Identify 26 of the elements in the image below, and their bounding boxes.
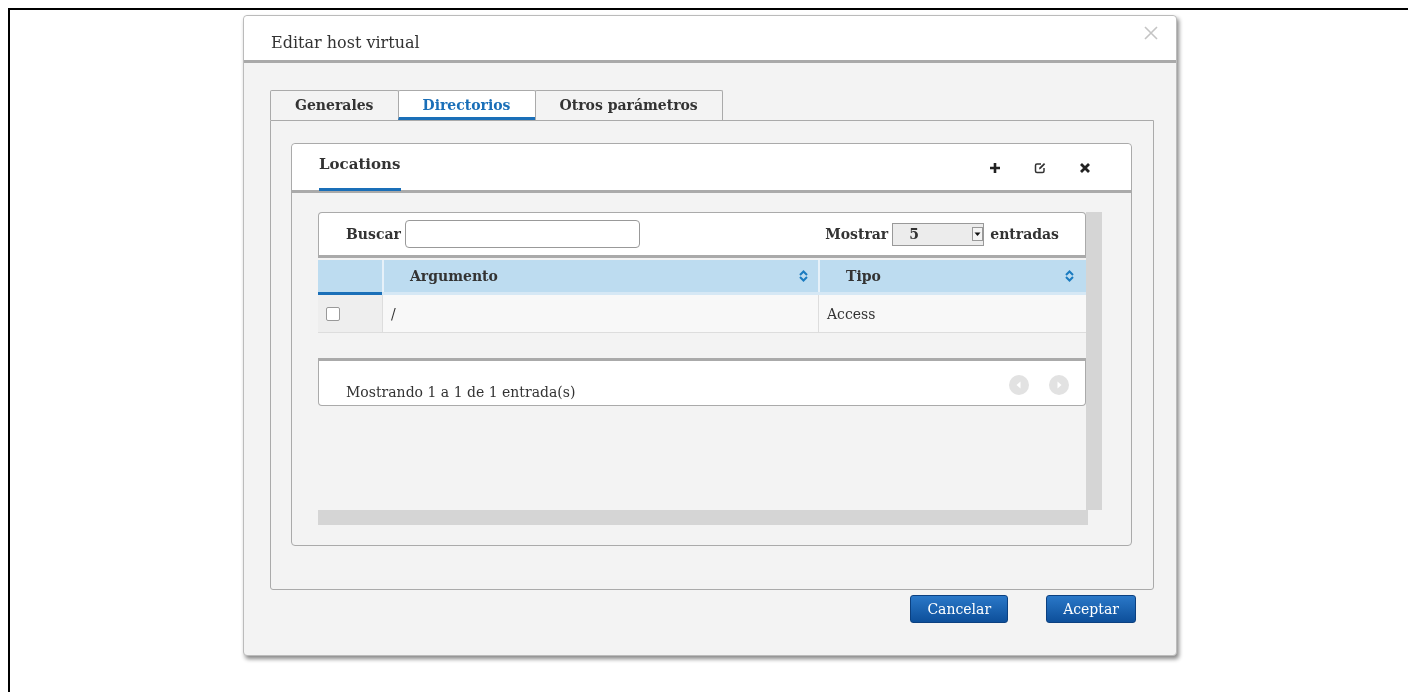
sort-icon[interactable]: [1065, 270, 1074, 282]
dialog-title: Editar host virtual: [271, 33, 420, 52]
table-cell: /: [382, 295, 818, 332]
table-cell: Access: [818, 295, 1084, 332]
table-info: Mostrando 1 a 1 de 1 entrada(s): [346, 383, 576, 400]
column-header[interactable]: Argumento: [382, 260, 818, 292]
tab[interactable]: Directorios: [397, 90, 536, 120]
dialog-button[interactable]: Cancelar: [910, 595, 1009, 623]
edit-icon[interactable]: [1034, 162, 1046, 174]
column-header[interactable]: Tipo: [818, 260, 1084, 292]
delete-icon[interactable]: [1079, 162, 1091, 174]
add-icon[interactable]: [989, 162, 1001, 174]
page-size-select[interactable]: 5: [892, 222, 985, 246]
horizontal-scrollbar[interactable]: [318, 510, 1088, 525]
entries-label: entradas: [990, 226, 1059, 242]
row-checkbox[interactable]: [326, 306, 340, 321]
search-field[interactable]: [404, 220, 640, 248]
vertical-scrollbar[interactable]: [1086, 212, 1102, 510]
tab[interactable]: Generales: [270, 90, 399, 120]
sort-icon[interactable]: [799, 270, 808, 282]
search-label: Buscar: [346, 226, 401, 242]
show-label: Mostrar: [825, 226, 889, 242]
tab[interactable]: Otros parámetros: [534, 90, 723, 120]
panel-title: Locations: [319, 144, 401, 191]
close-icon[interactable]: [1144, 26, 1158, 40]
dialog-button[interactable]: Aceptar: [1046, 595, 1136, 623]
